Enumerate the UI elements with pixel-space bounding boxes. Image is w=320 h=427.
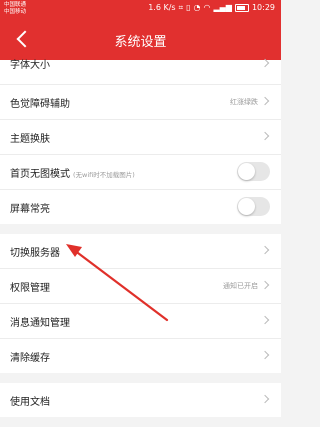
screen-on-toggle[interactable] [237,197,270,216]
chevron-right-icon [260,245,270,255]
chevron-right-icon [260,394,270,404]
network-speed: 1.6 K/s [148,3,176,12]
setting-label: 色觉障碍辅助 [10,99,70,110]
toggle-knob [238,163,255,180]
battery-icon [234,3,249,12]
setting-notifications[interactable]: 消息通知管理 [0,304,281,339]
setting-label: 主题换肤 [10,134,50,145]
nfc-icon: ⌗ [178,2,184,12]
carrier-2: 中国移动 [4,9,27,15]
signal-icon: ▂▄▆ [213,2,232,12]
toggle-knob [238,198,255,215]
status-bar: 中国联通 中国移动 1.6 K/s ⌗ ▯ ◔ ◠ ▂▄▆ 10:29 [0,0,281,20]
no-image-mode-toggle[interactable] [237,162,270,181]
carrier-info: 中国联通 中国移动 [4,2,26,16]
vibrate-icon: ▯ [186,2,191,12]
chevron-right-icon [260,350,270,360]
carrier-1: 中国联通 [4,2,27,8]
wifi-icon: ◠ [203,2,211,12]
setting-value: 通知已开启 [223,282,258,290]
setting-clear-cache[interactable]: 清除缓存 [0,339,281,373]
setting-label: 使用文档 [10,397,50,408]
chevron-right-icon [260,315,270,325]
setting-label-text: 首页无图模式 [10,169,70,180]
setting-color-assist[interactable]: 色觉障碍辅助 红涨绿跌 [0,85,281,120]
setting-subtag: (无wifi时不加载图片) [73,171,135,179]
setting-label: 字体大小 [10,60,50,71]
setting-no-image-mode: 首页无图模式 (无wifi时不加载图片) [0,155,281,190]
settings-group-help: 使用文档 [0,383,281,417]
chevron-right-icon [260,280,270,290]
alarm-icon: ◔ [193,2,201,12]
setting-label: 屏幕常亮 [10,204,50,215]
app-header: 系统设置 [0,20,281,60]
setting-permissions[interactable]: 权限管理 通知已开启 [0,269,281,304]
setting-value: 红涨绿跌 [230,98,258,106]
setting-label: 切换服务器 [10,248,60,259]
chevron-right-icon [260,96,270,106]
setting-theme[interactable]: 主题换肤 [0,120,281,155]
status-indicators: 1.6 K/s ⌗ ▯ ◔ ◠ ▂▄▆ 10:29 [148,3,275,12]
setting-label: 清除缓存 [10,353,50,364]
setting-label: 消息通知管理 [10,318,70,329]
setting-label: 权限管理 [10,283,50,294]
settings-group-display: 字体大小 色觉障碍辅助 红涨绿跌 主题换肤 首页无图模式 (无wifi时不加载图片… [0,58,281,224]
setting-switch-server[interactable]: 切换服务器 [0,234,281,269]
settings-group-system: 切换服务器 权限管理 通知已开启 消息通知管理 清除缓存 [0,234,281,373]
setting-user-docs[interactable]: 使用文档 [0,383,281,417]
settings-list: 字体大小 色觉障碍辅助 红涨绿跌 主题换肤 首页无图模式 (无wifi时不加载图片… [0,58,281,427]
setting-screen-always-on: 屏幕常亮 [0,190,281,224]
setting-label: 首页无图模式 (无wifi时不加载图片) [10,165,135,180]
chevron-right-icon [260,131,270,141]
chevron-right-icon [260,58,270,68]
clock: 10:29 [251,3,275,12]
setting-font-size[interactable]: 字体大小 [0,58,281,85]
page-title: 系统设置 [114,35,167,50]
